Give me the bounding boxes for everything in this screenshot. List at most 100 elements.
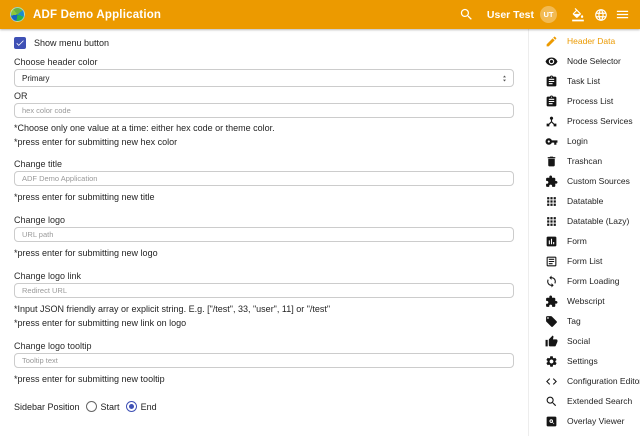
edit-icon [545,35,558,48]
sidebar-item-label: Social [567,336,590,346]
header-color-select[interactable]: Primary [14,69,514,87]
sidebar-item-social[interactable]: Social [529,331,640,351]
change-logo-label: Change logo [14,216,514,225]
sidebar-item-process-services[interactable]: Process Services [529,111,640,131]
sidebar-item-process-list[interactable]: Process List [529,91,640,111]
change-logo-link-label: Change logo link [14,272,514,281]
sidebar-item-label: Datatable [567,196,603,206]
thumb-up-icon [545,335,558,348]
globe-icon[interactable] [594,8,608,22]
logo-link-input[interactable] [14,283,514,298]
sidebar-item-label: Process List [567,96,613,106]
sidebar-item-settings[interactable]: Settings [529,351,640,371]
show-menu-button-toggle[interactable]: Show menu button [14,36,514,50]
sidebar-item-label: Form [567,236,587,246]
app-title: ADF Demo Application [33,9,161,21]
sidebar-position-options: Start End [80,401,157,412]
selected-option: Primary [22,74,50,83]
title-input[interactable] [14,171,514,186]
sidebar-item-label: Header Data [567,36,615,46]
change-title-label: Change title [14,160,514,169]
avatar[interactable]: UT [540,6,557,23]
grid-icon [545,215,558,228]
assignment-icon [545,95,558,108]
hamburger-menu-icon[interactable] [615,7,630,22]
sidebar-item-label: Overlay Viewer [567,416,624,426]
logo-link-note-2: *press enter for submitting new link on … [14,319,514,328]
tooltip-note: *press enter for submitting new tooltip [14,375,514,384]
hex-note-1: *Choose only one value at a time: either… [14,124,514,133]
pageview-icon [545,415,558,428]
header-data-settings-panel: Show menu button Choose header color Pri… [0,29,528,436]
sidebar-item-custom-sources[interactable]: Custom Sources [529,171,640,191]
sidebar-item-label: Configuration Editor [567,376,640,386]
tag-icon [545,315,558,328]
logo-link-note-1: *Input JSON friendly array or explicit s… [14,305,514,314]
sidebar-item-header-data[interactable]: Header Data [529,31,640,51]
radio-end[interactable] [126,401,137,412]
sidebar-item-form-list[interactable]: Form List [529,251,640,271]
sidebar-item-label: Settings [567,356,598,366]
sidebar-item-label: Custom Sources [567,176,630,186]
logo-url-input[interactable] [14,227,514,242]
sidebar-item-label: Webscript [567,296,605,306]
app-header: ADF Demo Application User Test UT [0,0,640,29]
sidebar-item-label: Task List [567,76,600,86]
sidebar-item-label: Form Loading [567,276,619,286]
hex-color-input[interactable] [14,103,514,118]
radio-label: End [141,402,157,412]
sidebar-item-datatable[interactable]: Datatable [529,191,640,211]
adf-logo-icon[interactable] [10,7,25,22]
user-name[interactable]: User Test [487,9,534,21]
trash-icon [545,155,558,168]
sidebar-item-datatable-lazy[interactable]: Datatable (Lazy) [529,211,640,231]
sidebar-item-label: Node Selector [567,56,621,66]
sidebar-item-trashcan[interactable]: Trashcan [529,151,640,171]
eye-icon [545,55,558,68]
checkbox-check-icon[interactable] [14,37,26,49]
hex-note-2: *press enter for submitting new hex colo… [14,138,514,147]
gear-icon [545,355,558,368]
sidebar-item-form[interactable]: Form [529,231,640,251]
or-label: OR [14,92,514,101]
right-sidebar-menu: Header Data Node Selector Task List Process… [528,29,640,436]
sidebar-position-group: Sidebar Position Start End [14,401,514,412]
sidebar-item-label: Tag [567,316,581,326]
key-icon [545,135,558,148]
color-fill-icon[interactable] [571,8,585,22]
sidebar-item-label: Extended Search [567,396,632,406]
list-alt-icon [545,255,558,268]
sidebar-item-task-list[interactable]: Task List [529,71,640,91]
sidebar-item-webscript[interactable]: Webscript [529,291,640,311]
radio-start[interactable] [86,401,97,412]
sidebar-item-overlay-viewer[interactable]: Overlay Viewer [529,411,640,431]
grid-icon [545,195,558,208]
sidebar-item-tag[interactable]: Tag [529,311,640,331]
sidebar-item-label: Form List [567,256,602,266]
sidebar-item-label: Datatable (Lazy) [567,216,629,226]
search-icon [545,395,558,408]
change-logo-tooltip-label: Change logo tooltip [14,342,514,351]
code-icon [545,375,558,388]
loop-icon [545,275,558,288]
sidebar-item-extended-search[interactable]: Extended Search [529,391,640,411]
poll-icon [545,235,558,248]
sidebar-position-label: Sidebar Position [14,402,80,412]
sidebar-item-label: Login [567,136,588,146]
radio-label: Start [101,402,120,412]
puzzle-icon [545,175,558,188]
radio-dot [129,404,134,409]
sidebar-item-form-loading[interactable]: Form Loading [529,271,640,291]
adf-demo-app: ADF Demo Application User Test UT Show m… [0,0,640,436]
sidebar-item-label: Process Services [567,116,633,126]
search-icon[interactable] [459,7,474,22]
sidebar-item-configuration-editor[interactable]: Configuration Editor [529,371,640,391]
sidebar-item-login[interactable]: Login [529,131,640,151]
checkbox-label: Show menu button [34,38,109,48]
select-arrows-icon [500,74,509,83]
logo-tooltip-input[interactable] [14,353,514,368]
title-note: *press enter for submitting new title [14,193,514,202]
device-hub-icon [545,115,558,128]
sidebar-item-label: Trashcan [567,156,602,166]
sidebar-item-node-selector[interactable]: Node Selector [529,51,640,71]
